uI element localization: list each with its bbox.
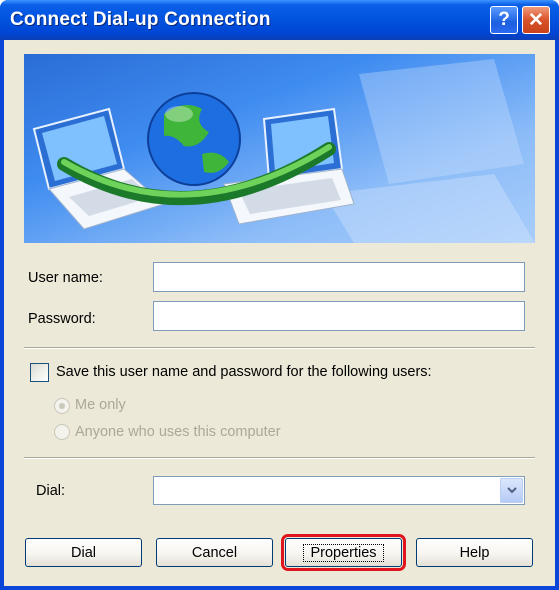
dialog-body: User name: Password: Save this user name…	[4, 40, 555, 586]
dial-label: Dial:	[36, 483, 66, 499]
properties-button[interactable]: Properties	[281, 534, 406, 571]
help-icon[interactable]: ?	[490, 6, 518, 34]
save-credentials-label[interactable]: Save this user name and password for the…	[56, 364, 432, 380]
help-button[interactable]: Help	[416, 538, 533, 567]
username-label: User name:	[28, 270, 103, 286]
dial-button[interactable]: Dial	[25, 538, 142, 567]
separator	[24, 457, 535, 459]
network-banner-image	[24, 54, 535, 243]
radio-me-only[interactable]	[54, 398, 70, 414]
close-icon[interactable]: ✕	[522, 6, 550, 34]
password-label: Password:	[28, 311, 96, 327]
radio-me-only-label: Me only	[75, 397, 126, 413]
radio-anyone[interactable]	[54, 424, 70, 440]
chevron-down-icon[interactable]	[500, 478, 523, 503]
separator	[24, 347, 535, 349]
dial-combobox[interactable]	[153, 476, 525, 505]
title-bar[interactable]: Connect Dial-up Connection ? ✕	[0, 0, 559, 40]
username-input[interactable]	[153, 262, 525, 292]
save-credentials-checkbox[interactable]	[30, 363, 49, 382]
radio-anyone-label: Anyone who uses this computer	[75, 424, 281, 440]
cancel-button[interactable]: Cancel	[156, 538, 273, 567]
window-title: Connect Dial-up Connection	[10, 9, 271, 30]
password-input[interactable]	[153, 301, 525, 331]
dialog-window: Connect Dial-up Connection ? ✕ User name…	[0, 0, 559, 590]
